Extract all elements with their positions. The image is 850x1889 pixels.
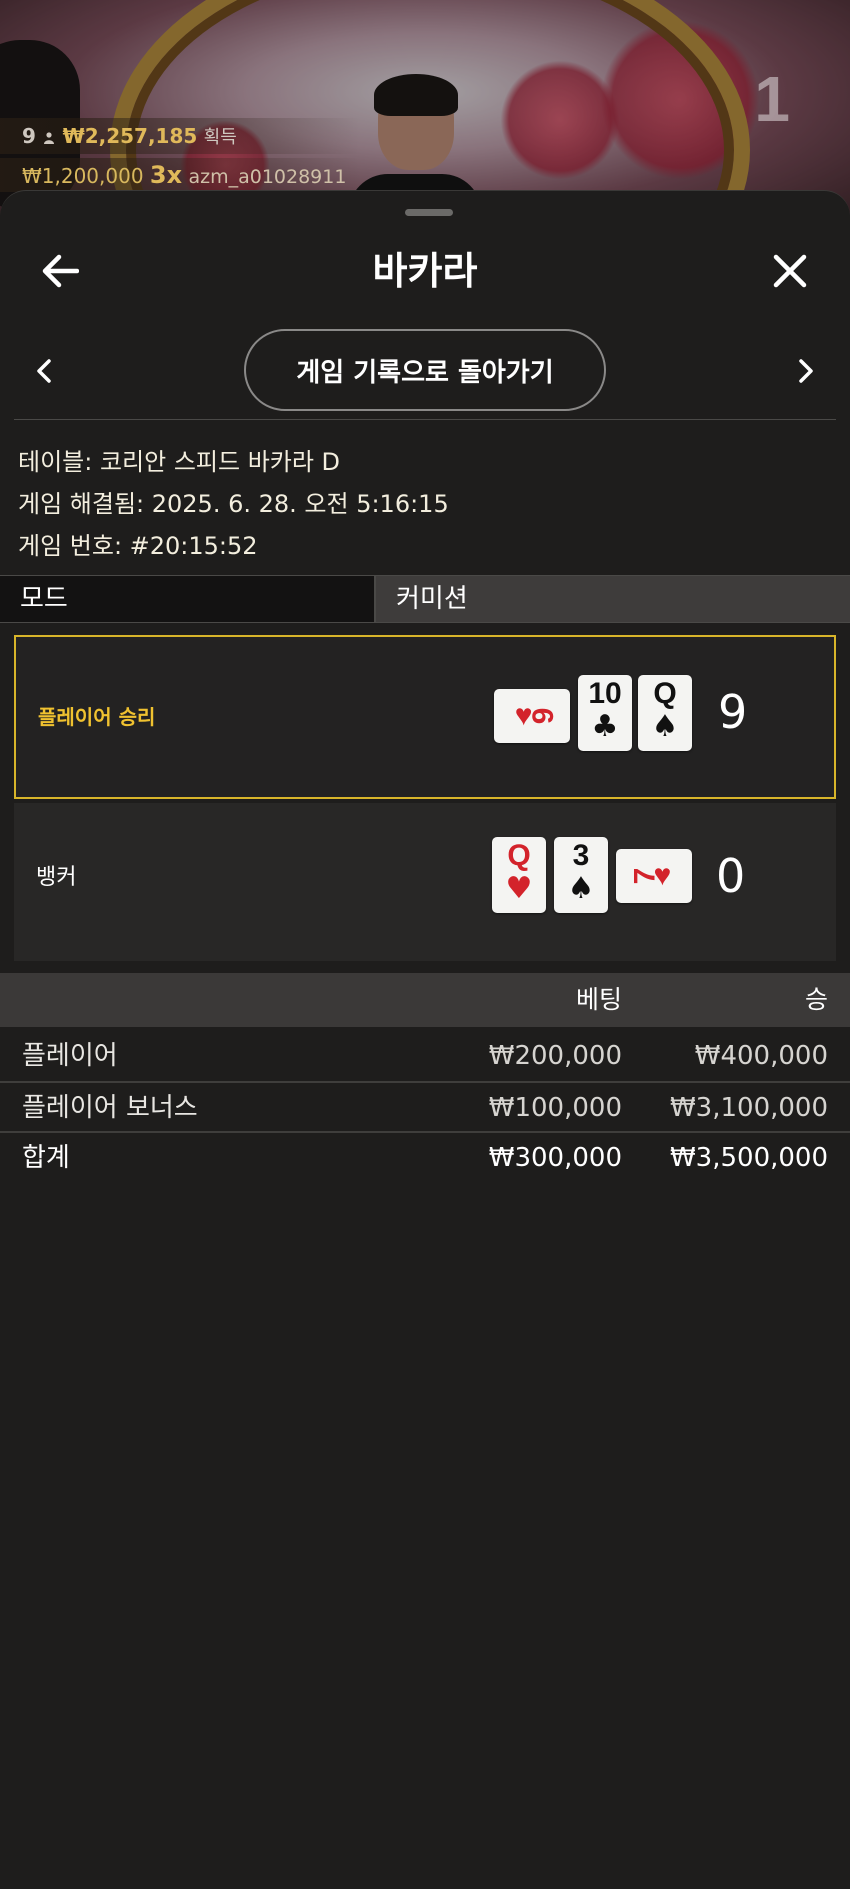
player-result-row: 플레이어 승리 ♥6 10 ♣ Q ♠ 9: [14, 635, 836, 799]
sheet-header: 바카라: [0, 231, 850, 311]
back-to-history-button[interactable]: 게임 기록으로 돌아가기: [244, 329, 606, 411]
total-row: 합계 ₩300,000 ₩3,500,000: [0, 1131, 850, 1181]
banker-result-row: 뱅커 Q ♥ 3 ♠ 7♥ 0: [14, 803, 836, 961]
table-row: 플레이어 ₩200,000 ₩400,000: [22, 1041, 828, 1071]
table-name: 테이블: 코리안 스피드 바카라 D: [18, 448, 341, 476]
bet-column-header: 베팅: [575, 985, 622, 1014]
last-win-user: azm_a01028911: [188, 166, 347, 188]
playing-card: 10 ♣: [578, 675, 632, 751]
winners-summary: 9 ₩2,257,185 획득: [0, 118, 360, 154]
table-row: 플레이어 보너스 ₩100,000 ₩3,100,000: [0, 1081, 850, 1131]
last-win-amount: ₩1,200,000: [22, 164, 144, 188]
round-number: 1: [754, 63, 790, 135]
resolved-time: 게임 해결됨: 2025. 6. 28. 오전 5:16:15: [18, 490, 449, 518]
close-icon[interactable]: [760, 241, 820, 301]
last-win-multiplier: 3x: [149, 161, 183, 189]
winners-count: 9: [22, 124, 36, 148]
divider: [14, 419, 836, 420]
player-result-label: 플레이어 승리: [38, 705, 156, 729]
game-history-sheet: 바카라 게임 기록으로 돌아가기 테이블: 코리안 스피드 바카라 D 게임 해…: [0, 190, 850, 1889]
tab-mode[interactable]: 모드: [0, 576, 376, 622]
last-win-ticker: ₩1,200,000 3x azm_a01028911: [0, 158, 360, 192]
round-pager: 게임 기록으로 돌아가기: [0, 329, 850, 413]
game-number: 게임 번호: #20:15:52: [18, 532, 258, 560]
sheet-drag-handle[interactable]: [405, 209, 453, 216]
arrow-left-icon[interactable]: [30, 241, 90, 301]
banker-result-label: 뱅커: [36, 865, 77, 890]
person-icon: [44, 132, 55, 144]
player-score: 9: [718, 685, 748, 739]
bets-table-header: 베팅 승: [0, 973, 850, 1027]
winners-amount: ₩2,257,185: [62, 124, 198, 148]
page-title: 바카라: [372, 249, 478, 293]
winners-suffix: 획득: [203, 127, 237, 148]
playing-card: ♥6: [494, 689, 570, 743]
playing-card: 7♥: [616, 849, 692, 903]
banker-score: 0: [716, 849, 746, 903]
playing-card: Q ♥: [492, 837, 546, 913]
chevron-left-icon[interactable]: [14, 341, 74, 401]
tab-commission[interactable]: 커미션: [376, 576, 850, 622]
playing-card: Q ♠: [638, 675, 692, 751]
chevron-right-icon[interactable]: [776, 341, 836, 401]
game-info: 테이블: 코리안 스피드 바카라 D 게임 해결됨: 2025. 6. 28. …: [18, 441, 449, 567]
win-column-header: 승: [804, 985, 828, 1014]
playing-card: 3 ♠: [554, 837, 608, 913]
mode-tabs: 모드 커미션: [0, 575, 850, 623]
